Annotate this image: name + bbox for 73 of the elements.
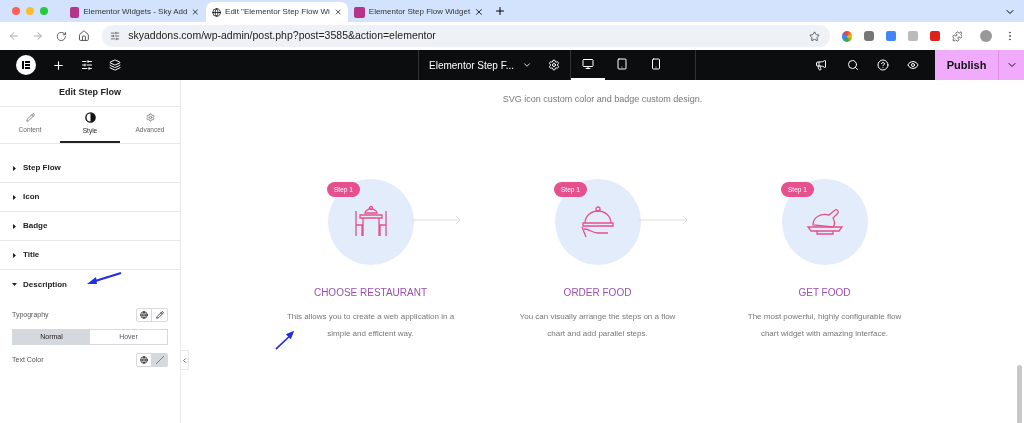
annotation-arrow xyxy=(275,330,295,350)
globe-icon xyxy=(140,311,148,319)
site-favicon-icon xyxy=(354,6,365,18)
new-tab-icon[interactable] xyxy=(494,5,506,17)
section-header[interactable]: Badge xyxy=(0,212,180,241)
color-controls[interactable] xyxy=(136,353,168,367)
step-title: GET FOOD xyxy=(798,285,851,300)
extension-icon[interactable] xyxy=(841,30,853,42)
tab-title: Elementor Widgets - Sky Add xyxy=(83,6,188,18)
site-settings-icon[interactable] xyxy=(81,59,93,71)
url-text: skyaddons.com/wp-admin/post.php?post=3585&action=elementor xyxy=(128,28,437,44)
globe-icon xyxy=(212,6,222,18)
browser-tab[interactable]: Elementor Step Flow Widget xyxy=(348,2,490,22)
address-bar[interactable]: skyaddons.com/wp-admin/post.php?post=3585&action=elementor xyxy=(102,25,830,47)
connector-arrow xyxy=(412,214,462,225)
chevron-down-icon[interactable] xyxy=(522,60,533,70)
section-header[interactable]: Icon xyxy=(0,183,180,212)
section-header[interactable]: Description xyxy=(0,270,180,299)
tab-title: Edit "Elementor Step Flow Wi xyxy=(225,6,330,18)
reload-icon[interactable] xyxy=(55,30,67,42)
site-info-icon xyxy=(110,31,121,41)
close-tab-icon[interactable] xyxy=(474,7,484,17)
extension-icon[interactable] xyxy=(864,31,875,41)
megaphone-icon[interactable] xyxy=(815,59,827,71)
collapse-panel-handle[interactable] xyxy=(180,350,189,370)
mobile-icon xyxy=(650,58,663,70)
no-color-icon xyxy=(154,355,165,365)
section-subtitle: SVG icon custom color and badge custom design. xyxy=(502,93,703,106)
step-title: ORDER FOOD xyxy=(563,285,632,300)
step-title: CHOOSE RESTAURANT xyxy=(313,285,428,300)
publish-button[interactable]: Publish xyxy=(935,50,999,80)
pencil-icon xyxy=(25,113,35,123)
close-tab-icon[interactable] xyxy=(333,7,342,17)
typography-controls[interactable] xyxy=(136,308,168,322)
caret-icon xyxy=(12,223,17,229)
extensions-puzzle-icon[interactable] xyxy=(951,30,963,42)
desktop-icon xyxy=(582,58,595,70)
elementor-logo-icon[interactable] xyxy=(16,55,36,75)
step-description: You can visually arrange the steps on a flow chart and add parallel steps. xyxy=(518,310,677,340)
panel-title: Edit Step Flow xyxy=(59,86,121,100)
extension-icon[interactable] xyxy=(929,31,940,41)
add-element-icon[interactable] xyxy=(52,58,65,72)
settings-icon[interactable] xyxy=(548,59,561,71)
caret-icon xyxy=(12,252,17,258)
search-icon[interactable] xyxy=(847,59,859,71)
help-icon[interactable] xyxy=(877,59,889,71)
step-description: The most powerful, highly configurable flow chart widget with amazing interface. xyxy=(746,310,903,340)
bookmark-star-icon[interactable] xyxy=(808,30,820,42)
tab-title: Elementor Step Flow Widget xyxy=(368,6,471,18)
structure-icon[interactable] xyxy=(109,59,121,71)
section-header[interactable]: Title xyxy=(0,241,180,270)
roast-chicken-icon xyxy=(804,206,845,237)
preview-icon[interactable] xyxy=(907,59,919,71)
connector-arrow xyxy=(639,214,689,225)
pencil-icon xyxy=(155,311,164,319)
annotation-arrow xyxy=(86,272,122,286)
caret-icon xyxy=(12,194,17,200)
section-header[interactable]: Step Flow xyxy=(0,154,180,183)
caret-icon xyxy=(12,282,17,287)
site-favicon-icon xyxy=(70,6,80,18)
contrast-icon xyxy=(84,112,96,124)
globe-icon xyxy=(140,356,148,364)
document-title[interactable]: Elementor Step F... xyxy=(429,57,515,73)
caret-icon xyxy=(12,165,17,171)
scrollbar xyxy=(1017,365,1022,423)
browser-tab[interactable]: Edit "Elementor Step Flow Wi xyxy=(206,2,348,22)
profile-avatar[interactable] xyxy=(980,30,993,42)
step-description: This allows you to create a web application in a simple and efficient way. xyxy=(286,310,455,340)
home-icon[interactable] xyxy=(78,30,91,42)
gear-icon xyxy=(145,113,155,123)
browser-tab[interactable]: Elementor Widgets - Sky Add xyxy=(64,2,206,22)
close-tab-icon[interactable] xyxy=(191,7,200,17)
tablet-icon xyxy=(616,58,629,70)
